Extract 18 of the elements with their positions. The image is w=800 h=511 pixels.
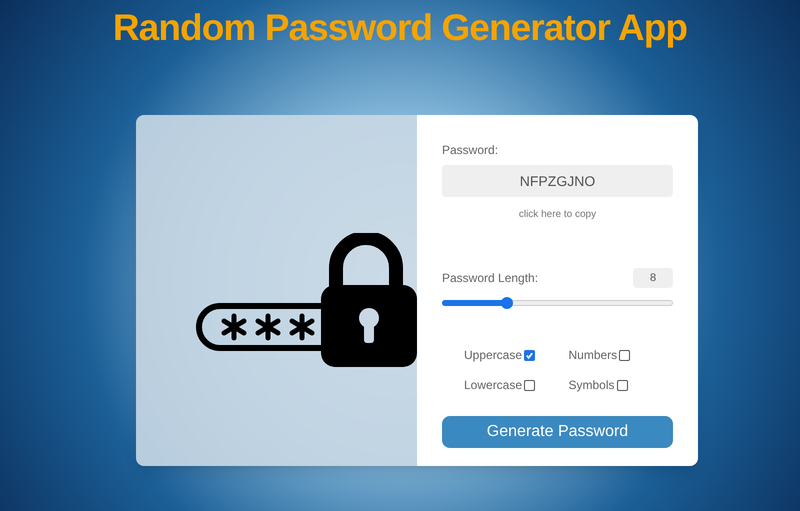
copy-hint-link[interactable]: click here to copy bbox=[518, 207, 596, 222]
password-label: Password: bbox=[442, 142, 500, 159]
option-label: Lowercase bbox=[464, 377, 522, 394]
option-checkbox[interactable] bbox=[524, 350, 536, 360]
option-checkbox[interactable] bbox=[524, 380, 536, 390]
length-slider[interactable] bbox=[442, 297, 673, 309]
option-label: Uppercase bbox=[464, 347, 522, 364]
option-label: Numbers bbox=[568, 347, 618, 364]
option-checkbox[interactable] bbox=[619, 350, 630, 360]
page-title: Random Password Generator App bbox=[112, 6, 688, 50]
password-output[interactable]: NFPZGJNO bbox=[442, 165, 673, 197]
option-label: Symbols bbox=[568, 377, 615, 394]
checkmark-icon bbox=[525, 350, 534, 360]
length-label: Password Length: bbox=[442, 270, 538, 287]
length-value: 8 bbox=[633, 268, 673, 288]
generate-password-button[interactable]: Generate Password bbox=[442, 416, 673, 448]
option-checkbox[interactable] bbox=[616, 380, 628, 390]
slider-thumb[interactable] bbox=[500, 297, 513, 309]
